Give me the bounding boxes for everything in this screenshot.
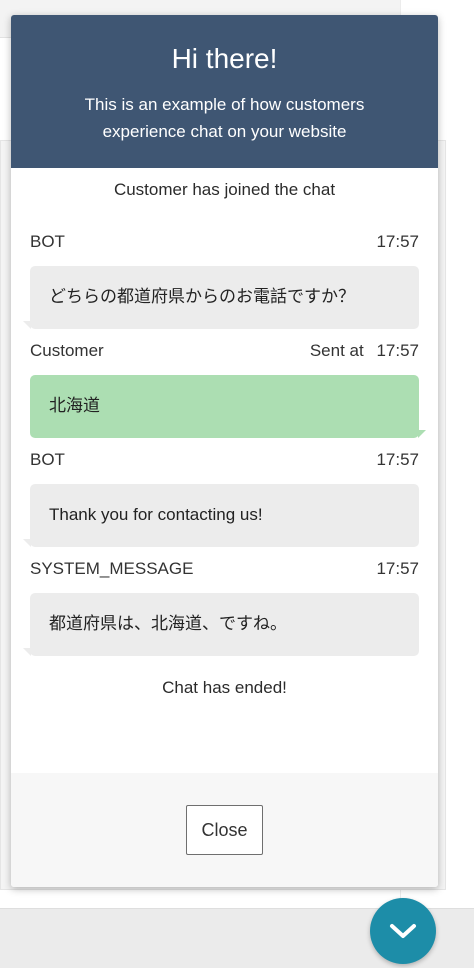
chat-transcript[interactable]: Customer has joined the chat BOT 17:57 ど… xyxy=(11,168,438,773)
chevron-down-icon xyxy=(390,924,416,938)
event-customer-joined: Customer has joined the chat xyxy=(113,180,336,199)
message-item: BOT 17:57 どちらの都道府県からのお電話ですか？ xyxy=(23,232,419,329)
message-sender: SYSTEM_MESSAGE xyxy=(30,559,194,578)
message-meta: Customer Sent at 17:57 xyxy=(30,341,419,361)
message-sender: BOT xyxy=(30,450,65,469)
message-bubble: 都道府県は、北海道、ですね。 xyxy=(23,593,419,656)
chat-title: Hi there! xyxy=(171,43,278,74)
message-time: 17:57 xyxy=(376,341,419,360)
message-item: BOT 17:57 Thank you for contacting us! xyxy=(23,450,419,547)
message-meta: BOT 17:57 xyxy=(30,450,419,470)
event-chat-ended: Chat has ended! xyxy=(162,678,287,697)
message-meta: BOT 17:57 xyxy=(30,232,419,252)
message-sender: Customer xyxy=(30,341,104,360)
chat-toggle-button[interactable] xyxy=(370,898,436,964)
message-meta: SYSTEM_MESSAGE 17:57 xyxy=(30,559,419,579)
message-time: 17:57 xyxy=(376,450,419,469)
message-time: 17:57 xyxy=(376,559,419,578)
chat-subtitle: This is an example of how customers expe… xyxy=(84,95,365,141)
message-bubble: どちらの都道府県からのお電話ですか？ xyxy=(23,266,419,329)
message-bubble: 北海道 xyxy=(30,375,426,438)
message-sent-prefix: Sent at xyxy=(309,341,364,360)
message-sender: BOT xyxy=(30,232,65,251)
message-time: 17:57 xyxy=(376,232,419,251)
message-item: Customer Sent at 17:57 北海道 xyxy=(30,341,426,438)
close-button[interactable]: Close xyxy=(186,805,263,855)
chat-header: Hi there! This is an example of how cust… xyxy=(11,15,438,168)
message-item: SYSTEM_MESSAGE 17:57 都道府県は、北海道、ですね。 xyxy=(23,559,419,656)
chat-footer: Close xyxy=(11,773,438,887)
chat-widget: Hi there! This is an example of how cust… xyxy=(11,15,438,887)
message-bubble: Thank you for contacting us! xyxy=(23,484,419,547)
